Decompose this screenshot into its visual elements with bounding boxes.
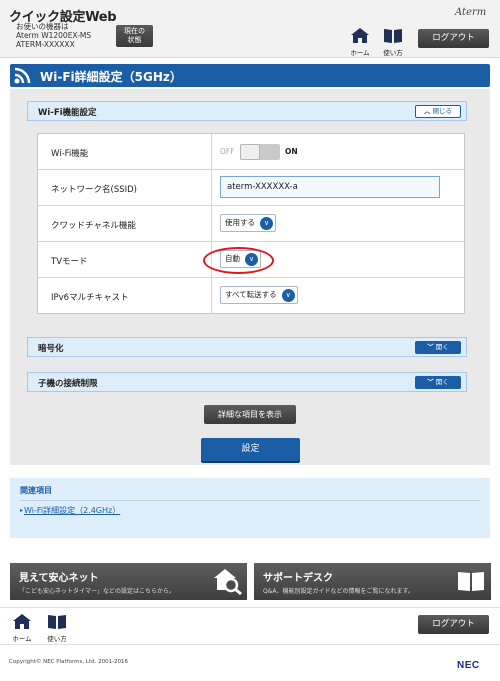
promo-desc: 「こども安心ネットタイマー」などの設定はこちらから。 xyxy=(19,588,176,595)
collapse-button[interactable]: ︿ 閉じる xyxy=(415,105,461,118)
expand-label: 開く xyxy=(435,378,449,386)
device-name: ATERM-XXXXXX xyxy=(16,40,75,49)
book-icon xyxy=(384,29,402,43)
related-links-panel: 関連項目 ▸ Wi-Fi詳細設定（2.4GHz） xyxy=(10,478,490,538)
row-divider xyxy=(211,170,212,206)
section-title: 暗号化 xyxy=(38,344,64,354)
toggle-on-label: ON xyxy=(285,147,298,156)
row-divider xyxy=(211,206,212,242)
arrow-right-icon: ▸ xyxy=(20,507,24,514)
select-value: 使用する xyxy=(225,218,255,227)
company-logo: NEC xyxy=(457,660,480,671)
home-label: ホーム xyxy=(350,49,370,57)
page-title: Wi-Fi詳細設定（5GHz） xyxy=(40,70,182,84)
help-button[interactable]: 使い方 xyxy=(380,28,406,57)
highlight-ring xyxy=(203,247,274,274)
row-divider xyxy=(211,134,212,170)
section-title: Wi-Fi機能設定 xyxy=(38,108,97,118)
toggle-knob[interactable] xyxy=(240,144,260,160)
footer-home-button[interactable]: ホーム xyxy=(9,614,35,643)
chevron-up-icon: ︿ xyxy=(424,107,431,115)
row-divider xyxy=(211,278,212,314)
section-client-restriction[interactable]: 子機の接続制限 ﹀ 開く xyxy=(27,372,467,392)
settings-table: Wi-Fi機能 OFF ON ネットワーク名(SSID) aterm-XXXXX… xyxy=(37,133,465,314)
ipv6-multicast-select[interactable]: すべて転送する ∨ xyxy=(220,286,298,304)
related-header: 関連項目 xyxy=(20,486,52,495)
book-icon xyxy=(48,615,66,629)
apply-button[interactable]: 設定 xyxy=(201,438,300,463)
section-wifi-function: Wi-Fi機能設定 ︿ 閉じる xyxy=(27,101,467,121)
house-search-icon xyxy=(214,569,242,595)
current-status-label-1: 現在の xyxy=(124,27,145,35)
setting-label: ネットワーク名(SSID) xyxy=(51,185,137,195)
wifi-toggle-switch[interactable]: OFF ON xyxy=(220,142,310,162)
wifi-icon xyxy=(14,67,31,84)
promo-anshin-net[interactable]: 見えて安心ネット 「こども安心ネットタイマー」などの設定はこちらから。 xyxy=(10,563,247,600)
chevron-down-icon: ﹀ xyxy=(427,378,434,386)
show-details-button[interactable]: 詳細な項目を表示 xyxy=(204,405,296,424)
current-status-button[interactable]: 現在の 状態 xyxy=(116,25,153,47)
footer-help-button[interactable]: 使い方 xyxy=(44,614,70,643)
section-title: 子機の接続制限 xyxy=(38,379,98,389)
header: クイック設定Web お使いの機器は Aterm W1200EX-MS ATERM… xyxy=(0,0,500,58)
setting-row-ipv6-multicast: IPv6マルチキャスト すべて転送する ∨ xyxy=(38,278,464,314)
footer-divider xyxy=(0,644,500,645)
setting-label: Wi-Fi機能 xyxy=(51,149,89,159)
chevron-down-icon: ﹀ xyxy=(427,343,434,351)
current-status-label-2: 状態 xyxy=(127,36,142,44)
home-button[interactable]: ホーム xyxy=(347,28,373,57)
select-value: すべて転送する xyxy=(225,290,277,299)
expand-button[interactable]: ﹀ 開く xyxy=(415,376,461,389)
expand-button[interactable]: ﹀ 開く xyxy=(415,341,461,354)
setting-label: IPv6マルチキャスト xyxy=(51,293,129,303)
section-encryption[interactable]: 暗号化 ﹀ 開く xyxy=(27,337,467,357)
help-label: 使い方 xyxy=(47,635,67,643)
setting-row-ssid: ネットワーク名(SSID) aterm-XXXXXX-a xyxy=(38,170,464,206)
collapse-label: 閉じる xyxy=(432,107,453,115)
book-icon xyxy=(458,572,484,591)
home-icon xyxy=(351,28,369,43)
toggle-off-label: OFF xyxy=(220,147,235,156)
promo-desc: Q&A、機能別設定ガイドなどの情報をご覧になれます。 xyxy=(263,588,414,595)
device-info: お使いの機器は Aterm W1200EX-MS ATERM-XXXXXX xyxy=(16,22,91,49)
setting-row-quad-channel: クワッドチャネル機能 使用する ∨ xyxy=(38,206,464,242)
related-divider xyxy=(20,500,480,501)
home-label: ホーム xyxy=(12,635,32,643)
quad-channel-select[interactable]: 使用する ∨ xyxy=(220,214,276,232)
setting-row-wifi: Wi-Fi機能 OFF ON xyxy=(38,134,464,170)
promo-title: サポートデスク xyxy=(263,573,333,584)
device-info-line: お使いの機器は xyxy=(16,22,69,31)
copyright-text: Copyright© NEC Platforms, Ltd. 2001-2016 xyxy=(9,659,129,665)
footer-logout-button[interactable]: ログアウト xyxy=(418,615,489,634)
chevron-down-icon: ∨ xyxy=(260,217,273,230)
home-icon xyxy=(13,614,31,629)
setting-label: クワッドチャネル機能 xyxy=(51,221,136,231)
device-model: Aterm W1200EX-MS xyxy=(16,31,92,40)
promo-support-desk[interactable]: サポートデスク Q&A、機能別設定ガイドなどの情報をご覧になれます。 xyxy=(254,563,491,600)
page-title-bar: Wi-Fi詳細設定（5GHz） xyxy=(10,64,490,87)
setting-label: TVモード xyxy=(51,257,88,267)
brand-logo: Aterm xyxy=(455,7,487,18)
ssid-input[interactable]: aterm-XXXXXX-a xyxy=(220,176,440,198)
footer-divider xyxy=(0,607,500,608)
expand-label: 開く xyxy=(435,343,449,351)
chevron-down-icon: ∨ xyxy=(281,289,295,302)
promo-title: 見えて安心ネット xyxy=(19,573,99,584)
link-wifi-24ghz[interactable]: Wi-Fi詳細設定（2.4GHz） xyxy=(24,505,120,516)
logout-button[interactable]: ログアウト xyxy=(418,29,489,48)
help-label: 使い方 xyxy=(383,49,403,57)
